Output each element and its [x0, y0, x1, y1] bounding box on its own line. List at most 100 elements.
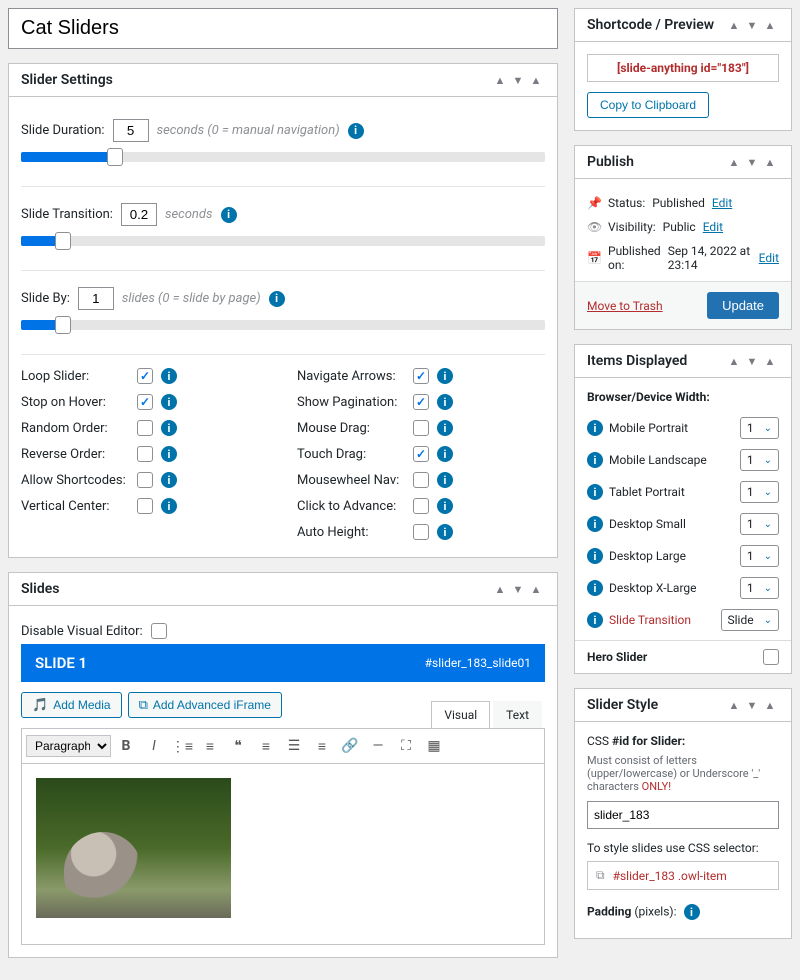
edit-date-link[interactable]: Edit	[759, 251, 779, 265]
info-icon[interactable]: i	[269, 291, 285, 307]
panel-up-icon[interactable]: ▲	[725, 19, 743, 32]
info-icon[interactable]: i	[587, 484, 603, 500]
info-icon[interactable]: i	[348, 123, 364, 139]
panel-toggle-icon[interactable]: ▲	[761, 156, 779, 169]
panel-toggle-icon[interactable]: ▲	[761, 19, 779, 32]
checkbox[interactable]	[413, 446, 429, 462]
device-select[interactable]: 1⌄	[740, 577, 779, 599]
checkbox[interactable]	[413, 368, 429, 384]
info-icon[interactable]: i	[161, 472, 177, 488]
duration-slider[interactable]	[21, 152, 545, 162]
link-icon[interactable]: 🔗	[337, 733, 363, 759]
text-tab[interactable]: Text	[493, 701, 542, 728]
panel-up-icon[interactable]: ▲	[725, 156, 743, 169]
checkbox[interactable]	[137, 446, 153, 462]
panel-up-icon[interactable]: ▲	[725, 699, 743, 712]
info-icon[interactable]: i	[437, 524, 453, 540]
info-icon[interactable]: i	[587, 516, 603, 532]
checkbox[interactable]	[413, 472, 429, 488]
checkbox[interactable]	[413, 498, 429, 514]
info-icon[interactable]: i	[437, 420, 453, 436]
italic-icon[interactable]: I	[141, 733, 167, 759]
toolbar-toggle-icon[interactable]: ▦	[421, 733, 447, 759]
edit-visibility-link[interactable]: Edit	[703, 220, 723, 234]
align-right-icon[interactable]: ≡	[309, 733, 335, 759]
editor-body[interactable]	[22, 764, 544, 944]
check-label: Auto Height:	[297, 525, 405, 540]
fullscreen-icon[interactable]: ⛶	[393, 733, 419, 759]
panel-down-icon[interactable]: ▼	[509, 583, 527, 596]
panel-toggle-icon[interactable]: ▲	[761, 355, 779, 368]
info-icon[interactable]: i	[437, 368, 453, 384]
checkbox[interactable]	[137, 498, 153, 514]
info-icon[interactable]: i	[587, 548, 603, 564]
info-icon[interactable]: i	[161, 446, 177, 462]
panel-down-icon[interactable]: ▼	[743, 156, 761, 169]
css-id-input[interactable]	[587, 801, 779, 829]
panel-up-icon[interactable]: ▲	[725, 355, 743, 368]
disable-editor-checkbox[interactable]	[151, 623, 167, 639]
info-icon[interactable]: i	[587, 612, 603, 628]
info-icon[interactable]: i	[437, 498, 453, 514]
info-icon[interactable]: i	[161, 498, 177, 514]
device-select[interactable]: 1⌄	[740, 449, 779, 471]
copy-icon[interactable]: ⧉	[596, 868, 605, 883]
info-icon[interactable]: i	[437, 394, 453, 410]
panel-up-icon[interactable]: ▲	[491, 583, 509, 596]
number-list-icon[interactable]: ≡	[197, 733, 223, 759]
info-icon[interactable]: i	[221, 207, 237, 223]
device-select[interactable]: 1⌄	[740, 417, 779, 439]
panel-toggle-icon[interactable]: ▲	[527, 583, 545, 596]
panel-down-icon[interactable]: ▼	[743, 19, 761, 32]
info-icon[interactable]: i	[684, 904, 700, 920]
align-center-icon[interactable]: ☰	[281, 733, 307, 759]
info-icon[interactable]: i	[161, 420, 177, 436]
copy-button[interactable]: Copy to Clipboard	[587, 92, 709, 118]
checkbox[interactable]	[137, 368, 153, 384]
slides-panel: Slides ▲ ▼ ▲ Disable Visual Editor: SLID…	[8, 572, 558, 958]
transition-slider[interactable]	[21, 236, 545, 246]
checkbox[interactable]	[413, 420, 429, 436]
transition-input[interactable]	[121, 203, 157, 226]
panel-down-icon[interactable]: ▼	[743, 699, 761, 712]
device-select[interactable]: 1⌄	[740, 481, 779, 503]
duration-input[interactable]	[113, 119, 149, 142]
edit-status-link[interactable]: Edit	[712, 196, 732, 210]
info-icon[interactable]: i	[437, 446, 453, 462]
device-select[interactable]: 1⌄	[740, 513, 779, 535]
bold-icon[interactable]: B	[113, 733, 139, 759]
panel-down-icon[interactable]: ▼	[509, 74, 527, 87]
panel-down-icon[interactable]: ▼	[743, 355, 761, 368]
panel-toggle-icon[interactable]: ▲	[527, 74, 545, 87]
panel-up-icon[interactable]: ▲	[491, 74, 509, 87]
format-select[interactable]: Paragraph	[26, 735, 111, 757]
slideby-input[interactable]	[78, 287, 114, 310]
info-icon[interactable]: i	[161, 368, 177, 384]
checkbox[interactable]	[137, 394, 153, 410]
slideby-slider[interactable]	[21, 320, 545, 330]
device-select[interactable]: 1⌄	[740, 545, 779, 567]
checkbox[interactable]	[413, 394, 429, 410]
checkbox[interactable]	[137, 420, 153, 436]
hero-checkbox[interactable]	[763, 649, 779, 665]
align-left-icon[interactable]: ≡	[253, 733, 279, 759]
bullet-list-icon[interactable]: ⋮≡	[169, 733, 195, 759]
trash-link[interactable]: Move to Trash	[587, 299, 663, 313]
update-button[interactable]: Update	[707, 292, 779, 319]
checkbox[interactable]	[413, 524, 429, 540]
cat-image[interactable]	[36, 778, 231, 918]
panel-toggle-icon[interactable]: ▲	[761, 699, 779, 712]
add-media-button[interactable]: 🎵Add Media	[21, 692, 122, 718]
slider-title-input[interactable]	[8, 8, 558, 49]
checkbox[interactable]	[137, 472, 153, 488]
info-icon[interactable]: i	[437, 472, 453, 488]
add-iframe-button[interactable]: ⧉Add Advanced iFrame	[128, 692, 282, 718]
info-icon[interactable]: i	[161, 394, 177, 410]
info-icon[interactable]: i	[587, 580, 603, 596]
transition-select[interactable]: Slide⌄	[721, 609, 779, 631]
info-icon[interactable]: i	[587, 420, 603, 436]
visual-tab[interactable]: Visual	[431, 701, 490, 728]
info-icon[interactable]: i	[587, 452, 603, 468]
quote-icon[interactable]: ❝	[225, 733, 251, 759]
more-icon[interactable]: —	[365, 733, 391, 759]
